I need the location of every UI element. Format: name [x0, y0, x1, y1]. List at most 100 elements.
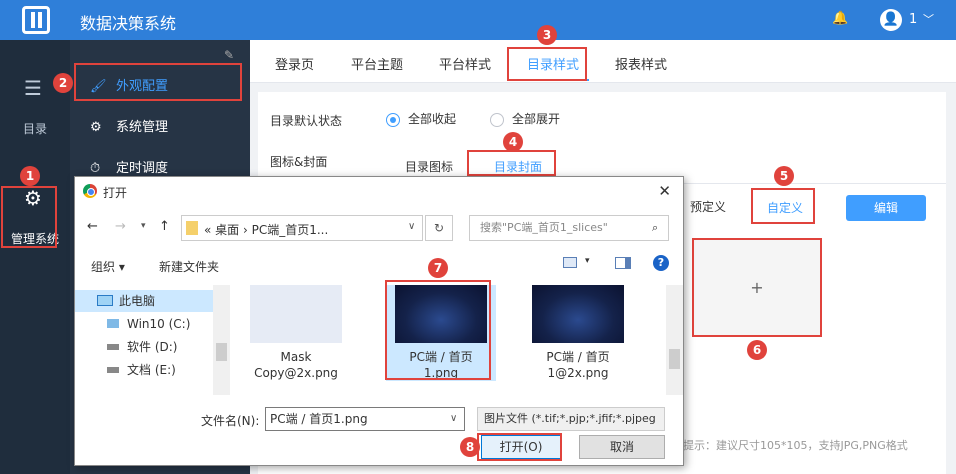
- highlight-box: [477, 433, 562, 461]
- chrome-icon: [83, 184, 97, 198]
- file-item[interactable]: PC端 / 首页1@2x.png: [523, 285, 633, 381]
- filename-label: 文件名(N):: [201, 414, 260, 428]
- file-item[interactable]: Mask Copy@2x.png: [241, 285, 351, 381]
- step-badge: 7: [428, 258, 448, 278]
- icon-rail: ☰ 目录 ⚙ 管理系统: [0, 40, 70, 474]
- image-thumbnail: [250, 285, 342, 343]
- radio-label: 全部展开: [512, 112, 561, 126]
- tree-item-drive-c[interactable]: Win10 (C:): [75, 313, 213, 335]
- search-input[interactable]: 搜索"PC端_首页1_slices" ⌕: [469, 215, 669, 241]
- folder-icon: [186, 221, 198, 235]
- rail-catalog-label[interactable]: 目录: [0, 120, 70, 137]
- tree-scrollbar[interactable]: [213, 285, 230, 395]
- cancel-button[interactable]: 取消: [579, 435, 665, 459]
- highlight-box: [1, 186, 57, 248]
- username[interactable]: 1: [909, 12, 917, 27]
- tab-catalog-icon[interactable]: 目录图标: [405, 158, 453, 175]
- files-scrollbar[interactable]: [666, 285, 683, 395]
- highlight-box: [385, 280, 491, 380]
- step-badge: 2: [53, 73, 73, 93]
- tab-report-style[interactable]: 报表样式: [615, 54, 667, 73]
- step-badge: 6: [747, 340, 767, 360]
- tab-platform-theme[interactable]: 平台主题: [351, 54, 403, 73]
- address-bar[interactable]: « 桌面 › PC端_首页1... ∨: [181, 215, 423, 241]
- dialog-toolbar: 组织 ▾ 新建文件夹 ▾ ?: [75, 251, 683, 279]
- help-icon[interactable]: ?: [653, 255, 669, 271]
- filename-input[interactable]: PC端 / 首页1.png ∨: [265, 407, 465, 431]
- view-icon[interactable]: [563, 257, 577, 268]
- search-icon[interactable]: ⌕: [652, 216, 658, 240]
- settings-icon: ⚙: [90, 120, 102, 135]
- tab-bar: 登录页 平台主题 平台样式 目录样式 报表样式: [250, 40, 956, 83]
- tree-item-drive-e[interactable]: 文档 (E:): [75, 359, 213, 381]
- sidebar-item-system[interactable]: ⚙ 系统管理: [70, 108, 250, 148]
- radio-expand-all[interactable]: 全部展开: [490, 110, 560, 127]
- highlight-box: [751, 188, 815, 224]
- icon-cover-label: 图标&封面: [270, 155, 328, 169]
- scrollbar-thumb[interactable]: [669, 349, 680, 369]
- recent-chevron-icon[interactable]: ▾: [141, 221, 146, 231]
- tab-predefined[interactable]: 预定义: [690, 198, 726, 215]
- close-icon[interactable]: ✕: [658, 182, 671, 200]
- edit-button[interactable]: 编辑: [846, 195, 926, 221]
- refresh-icon[interactable]: ↻: [425, 215, 453, 241]
- new-folder-button[interactable]: 新建文件夹: [159, 258, 219, 275]
- tree-item-this-pc[interactable]: 此电脑: [75, 290, 213, 312]
- drive-icon: [107, 344, 119, 350]
- up-arrow-icon[interactable]: ↑: [159, 219, 170, 234]
- chevron-down-icon[interactable]: ∨: [450, 408, 457, 430]
- dialog-title: 打开: [103, 186, 128, 200]
- divider: [684, 183, 946, 184]
- step-badge: 8: [460, 437, 480, 457]
- open-file-dialog: 打开 ✕ ← → ▾ ↑ « 桌面 › PC端_首页1... ∨ ↻ 搜索"PC…: [74, 176, 684, 466]
- app-title: 数据决策系统: [80, 14, 177, 33]
- chevron-down-icon[interactable]: ∨: [408, 221, 415, 232]
- hint-text: 提示：建议尺寸105*105，支持JPG,PNG格式: [683, 439, 908, 452]
- highlight-box: [507, 47, 587, 81]
- search-placeholder: 搜索"PC端_首页1_slices": [480, 221, 608, 234]
- highlight-box: [74, 63, 242, 101]
- view-chevron-icon[interactable]: ▾: [585, 256, 590, 266]
- avatar[interactable]: 👤: [880, 9, 902, 31]
- filetype-select[interactable]: 图片文件 (*.tif;*.pjp;*.jfif;*.pjpeg: [477, 407, 665, 431]
- top-bar: 数据决策系统 🔔 👤 1 ﹀: [0, 0, 956, 40]
- default-state-label: 目录默认状态: [270, 114, 343, 128]
- dialog-titlebar: 打开 ✕: [75, 177, 683, 207]
- radio-checked-icon: [386, 112, 400, 127]
- bell-icon[interactable]: 🔔: [832, 11, 848, 26]
- sidebar-item-label: 定时调度: [116, 161, 169, 176]
- sidebar-item-label: 系统管理: [116, 120, 169, 135]
- filename-value: PC端 / 首页1.png: [270, 412, 368, 426]
- tab-login[interactable]: 登录页: [275, 54, 314, 73]
- list-icon[interactable]: ☰: [24, 76, 42, 100]
- add-cover-button[interactable]: +: [692, 238, 822, 337]
- tab-platform-style[interactable]: 平台样式: [439, 54, 491, 73]
- image-thumbnail: [532, 285, 624, 343]
- step-badge: 1: [20, 166, 40, 186]
- tree-label: Win10 (C:): [127, 317, 191, 331]
- computer-icon: [97, 295, 113, 306]
- step-badge: 4: [503, 132, 523, 152]
- organize-button[interactable]: 组织 ▾: [91, 258, 125, 275]
- breadcrumb[interactable]: « 桌面 › PC端_首页1...: [204, 221, 328, 238]
- folder-tree: 此电脑 Win10 (C:) 软件 (D:) 文档 (E:): [75, 285, 227, 395]
- radio-collapse-all[interactable]: 全部收起: [386, 110, 456, 127]
- chevron-down-icon[interactable]: ﹀: [923, 11, 934, 27]
- tree-item-drive-d[interactable]: 软件 (D:): [75, 336, 213, 358]
- step-badge: 5: [774, 166, 794, 186]
- radio-unchecked-icon: [490, 112, 504, 127]
- radio-label: 全部收起: [408, 112, 457, 126]
- file-name: PC端 / 首页1@2x.png: [546, 350, 610, 380]
- forward-arrow-icon[interactable]: →: [115, 219, 126, 234]
- preview-pane-icon[interactable]: [615, 257, 631, 269]
- tree-label: 文档 (E:): [127, 363, 176, 377]
- tree-label: 软件 (D:): [127, 340, 178, 354]
- step-badge: 3: [537, 25, 557, 45]
- back-arrow-icon[interactable]: ←: [87, 219, 98, 234]
- windows-drive-icon: [107, 319, 119, 328]
- drive-icon: [107, 367, 119, 373]
- file-name: Mask Copy@2x.png: [254, 350, 338, 380]
- pin-icon[interactable]: ✎: [224, 48, 234, 62]
- tree-label: 此电脑: [119, 294, 156, 308]
- scrollbar-thumb[interactable]: [216, 343, 227, 361]
